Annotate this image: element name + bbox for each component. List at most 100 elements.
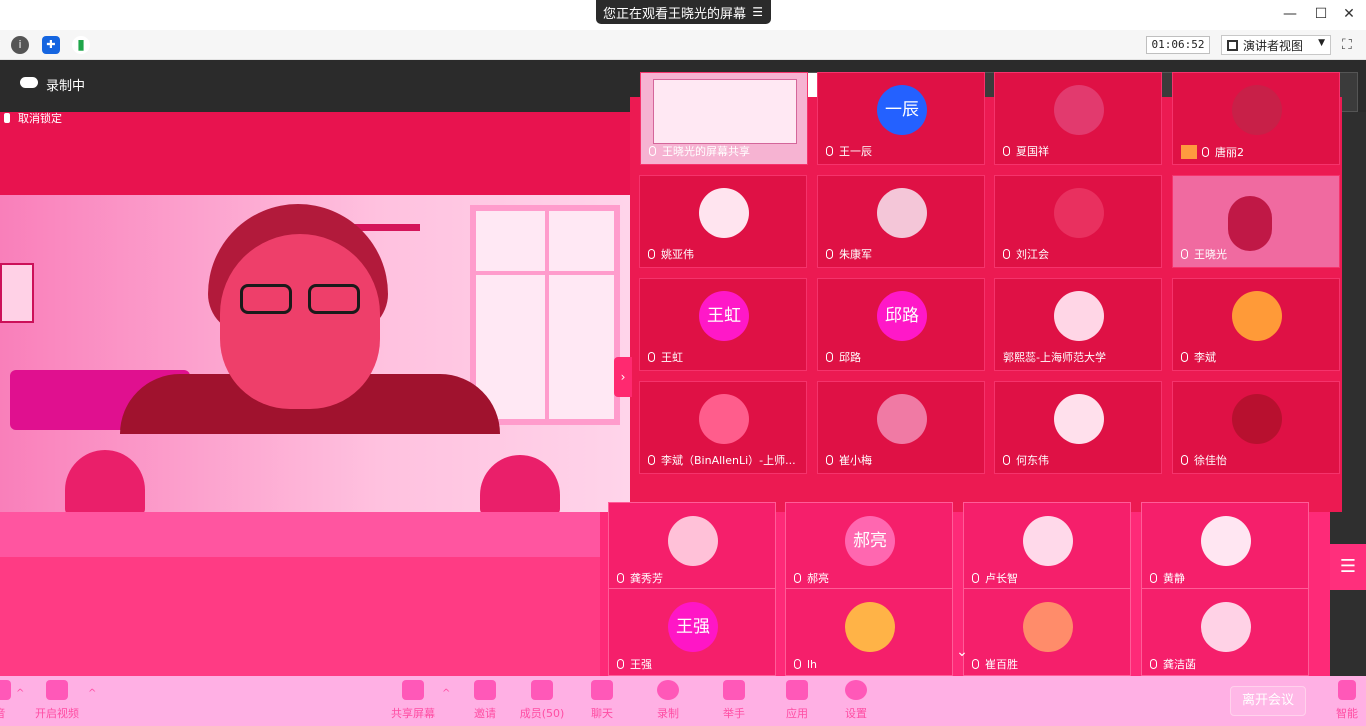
participant-name: 郭熙蕊-上海师范大学 [1003, 351, 1106, 364]
maximize-icon[interactable]: ☐ [1313, 6, 1329, 22]
avatar: 王虹 [699, 291, 749, 341]
participant-tile[interactable]: 李斌（BinAllenLi）-上师... [639, 381, 807, 474]
pin-icon [4, 113, 10, 123]
avatar [1201, 602, 1251, 652]
participant-name: 王虹 [648, 351, 683, 365]
chevron-up-icon[interactable]: ^ [16, 688, 24, 699]
view-mode-dropdown[interactable]: 演讲者视图 ▼ [1221, 35, 1331, 55]
apps-button[interactable]: 应用 [769, 680, 825, 724]
participant-name: 王晓光 [1181, 248, 1227, 262]
fullscreen-icon[interactable]: ⛶ [1342, 37, 1358, 53]
members-icon [531, 680, 553, 700]
mute-button[interactable]: 音 [0, 680, 28, 724]
avatar [699, 188, 749, 238]
participant-tile[interactable]: 龚秀芳 [608, 502, 776, 590]
participant-tile[interactable]: 卢长智 [963, 502, 1131, 590]
participant-tile[interactable]: 何东伟 [994, 381, 1162, 474]
shield-icon[interactable]: ✚ [42, 36, 60, 54]
mic-icon [649, 146, 656, 156]
avatar [1023, 516, 1073, 566]
list-view-icon[interactable]: ☰ [1330, 544, 1366, 590]
avatar [1054, 291, 1104, 341]
main-speaker-video[interactable] [0, 112, 630, 512]
participant-tile[interactable]: 李斌 [1172, 278, 1340, 371]
view-mode-label: 演讲者视图 [1243, 38, 1304, 53]
mic-icon [1003, 146, 1010, 156]
record-icon [657, 680, 679, 700]
shared-screen-preview [653, 79, 797, 144]
settings-button[interactable]: 设置 [828, 680, 884, 724]
participant-name: 黄静 [1150, 572, 1185, 586]
avatar [1201, 516, 1251, 566]
recording-label: 录制中 [46, 79, 86, 94]
participant-grid: 王晓光的屏幕共享 一辰 王一辰 夏国祥 唐丽2 姚亚伟 朱康军 刘江会 王晓光 … [630, 72, 1342, 512]
participant-name: 王强 [617, 658, 652, 672]
members-button[interactable]: 成员(50) [514, 680, 570, 724]
speaker-figure [120, 204, 500, 434]
info-icon[interactable]: i [11, 36, 29, 54]
participant-tile[interactable]: 姚亚伟 [639, 175, 807, 268]
unlock-video-button[interactable]: 取消锁定 [0, 108, 62, 128]
participant-tile[interactable]: 一辰 王一辰 [817, 72, 985, 165]
minimize-icon[interactable]: — [1282, 6, 1298, 22]
chevron-up-icon[interactable]: ^ [88, 688, 96, 699]
mic-icon [1181, 455, 1188, 465]
participant-tile[interactable]: 黄静 [1141, 502, 1309, 590]
mic-icon [972, 573, 979, 583]
participant-tile[interactable]: 朱康军 [817, 175, 985, 268]
raise-hand-button[interactable]: 举手 [706, 680, 762, 724]
avatar [699, 394, 749, 444]
participant-tile[interactable]: 唐丽2 [1172, 72, 1340, 165]
signal-icon[interactable]: ▮ [72, 36, 90, 54]
participant-name: lh [794, 658, 817, 672]
title-bar: 您正在观看王晓光的屏幕 ☰ — ☐ ✕ [0, 0, 1366, 30]
participant-tile[interactable]: lh [785, 588, 953, 676]
participant-name: 卢长智 [972, 572, 1018, 586]
record-button[interactable]: 录制 [640, 680, 696, 724]
apps-icon [786, 680, 808, 700]
recording-bar [0, 60, 640, 112]
participant-tile[interactable]: 王晓光 [1172, 175, 1340, 268]
mic-icon [648, 249, 655, 259]
participant-tile[interactable]: 龚洁菡 [1141, 588, 1309, 676]
avatar [1054, 85, 1104, 135]
avatar [1232, 291, 1282, 341]
sharing-banner[interactable]: 您正在观看王晓光的屏幕 ☰ [596, 0, 771, 24]
avatar [1232, 394, 1282, 444]
participant-tile[interactable]: 郭熙蕊-上海师范大学 [994, 278, 1162, 371]
meeting-toolbar: 音 ^ 开启视频 ^ 共享屏幕 ^ 邀请 成员(50) 聊天 录制 举手 应用 … [0, 676, 1366, 726]
participant-tile[interactable]: 邱路 邱路 [817, 278, 985, 371]
share-screen-button[interactable]: 共享屏幕 [385, 680, 441, 724]
participant-tile[interactable]: 王晓光的屏幕共享 [640, 72, 808, 165]
menu-icon[interactable]: ☰ [752, 5, 763, 19]
assistant-icon [1338, 680, 1356, 700]
avatar [1054, 188, 1104, 238]
participant-tile[interactable]: 刘江会 [994, 175, 1162, 268]
video-button[interactable]: 开启视频 [29, 680, 85, 724]
participant-tile[interactable]: 王虹 王虹 [639, 278, 807, 371]
mic-icon [648, 352, 655, 362]
chevron-up-icon[interactable]: ^ [442, 688, 450, 699]
smart-assistant-button[interactable]: 智能 [1328, 680, 1366, 724]
collapse-panel-button[interactable]: › [614, 357, 632, 397]
participant-tile[interactable]: 崔百胜 [963, 588, 1131, 676]
leave-meeting-button[interactable]: 离开会议 [1230, 686, 1306, 716]
participant-name: 王一辰 [826, 145, 872, 159]
participant-tile[interactable]: 夏国祥 [994, 72, 1162, 165]
invite-button[interactable]: 邀请 [457, 680, 513, 724]
participant-name: 崔小梅 [826, 454, 872, 468]
participant-name: 徐佳怡 [1181, 454, 1227, 468]
add-user-icon [474, 680, 496, 700]
participant-tile[interactable]: 郝亮 郝亮 [785, 502, 953, 590]
participant-tile[interactable]: 王强 王强 [608, 588, 776, 676]
avatar: 一辰 [877, 85, 927, 135]
chevron-down-icon[interactable]: ⌄ [950, 640, 974, 664]
mic-icon [826, 455, 833, 465]
participant-name: 龚秀芳 [617, 572, 663, 586]
lower-shaded-region [0, 512, 615, 676]
mic-icon [1003, 455, 1010, 465]
close-icon[interactable]: ✕ [1341, 6, 1357, 22]
participant-tile[interactable]: 徐佳怡 [1172, 381, 1340, 474]
chat-button[interactable]: 聊天 [574, 680, 630, 724]
participant-tile[interactable]: 崔小梅 [817, 381, 985, 474]
